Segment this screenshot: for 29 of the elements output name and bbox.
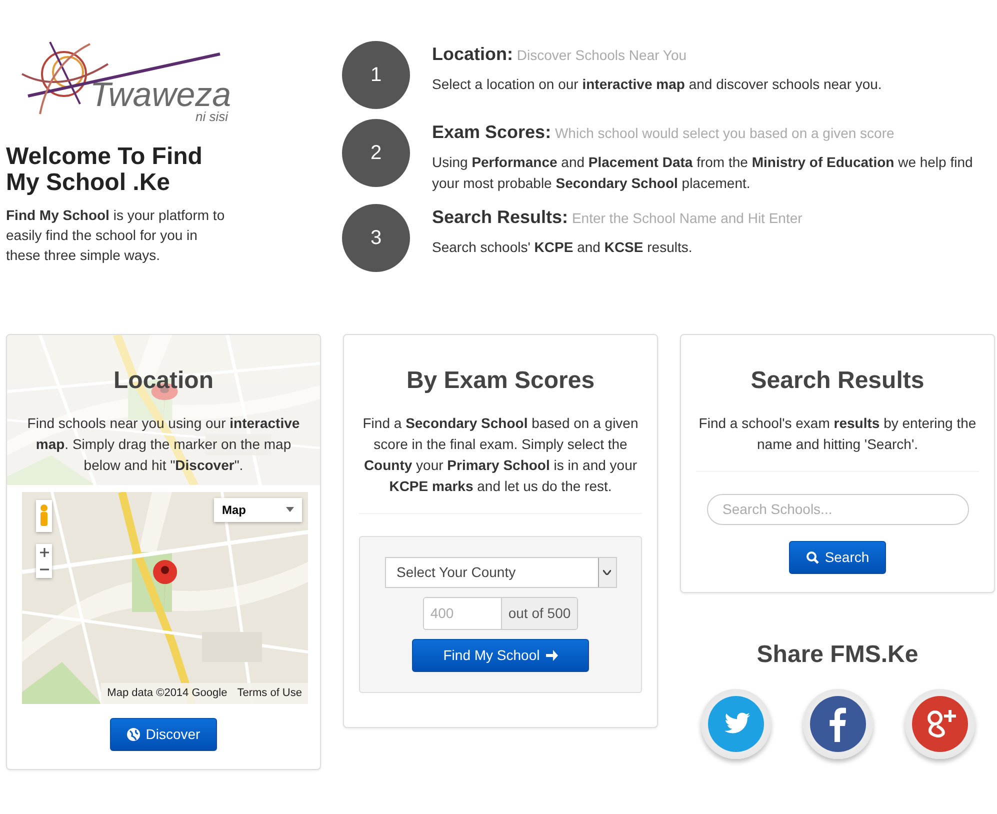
terms-link[interactable]: Terms of Use [237,685,302,702]
search-field[interactable]: Search Schools... [706,494,968,525]
step-number: 1 [342,41,410,109]
map-type-dropdown[interactable]: Map [214,498,302,522]
step-text: Select a location on our interactive map and discover schools near you. [432,75,882,94]
step-subtitle: Discover Schools Near You [516,47,687,63]
county-select[interactable]: Select Your County [384,556,616,588]
step-number: 3 [342,204,410,272]
step-subtitle: Which school would select you based on a given score [554,125,894,141]
page-heading: Welcome To Find My School .Ke [6,144,204,196]
discover-button[interactable]: Discover [110,718,218,751]
card-title: Location [112,367,214,396]
search-button[interactable]: Search [788,540,886,574]
card-title: Search Results [750,367,926,396]
step-number: 2 [342,119,410,187]
card-text: Find a Secondary School based on a given score in the final exam. Simply select the County your Primary School is in and your KCPE marks and let us do the rest. [362,414,640,496]
step-title: Exam Scores: [432,122,552,142]
step-title: Location: [432,44,513,64]
find-school-button[interactable]: Find My School [412,638,589,672]
map-attribution: Map data ©2014 Google [107,686,228,702]
card-text: Find a school's exam results by entering the name and hitting 'Search'. [698,414,978,454]
card-title: By Exam Scores [405,367,596,396]
step-text: Search schools' KCPE and KCSE results. [432,238,694,257]
step-title: Search Results: [432,207,568,227]
step-text: Using Performance and Placement Data from the Ministry of Education we help find your most probable Secondary School placement. [432,153,974,193]
step-subtitle: Enter the School Name and Hit Enter [572,210,802,226]
card-text: Find schools near you using our interactive map. Simply drag the marker on the map below and hit "Discover". [26,414,301,475]
share-heading: Share FMS.Ke [756,640,918,670]
intro-text: Find My School is your platform to easily find the school for you in these three simple ways. [6,206,226,266]
